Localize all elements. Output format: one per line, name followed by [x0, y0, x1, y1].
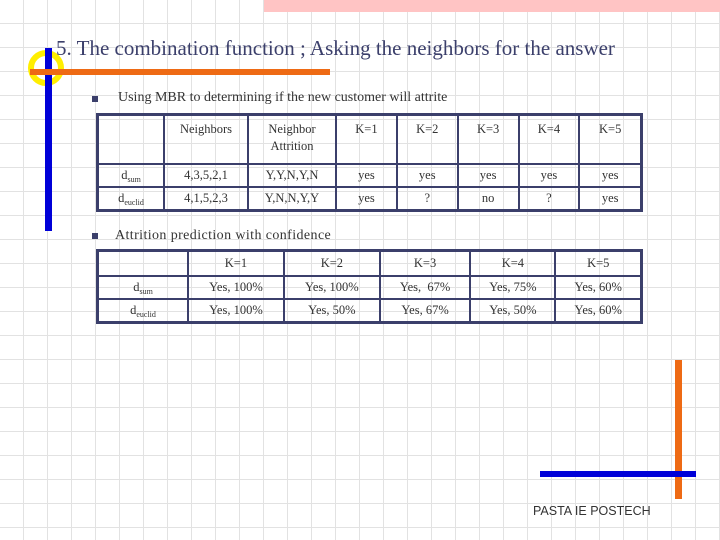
- table-row: deuclid 4,1,5,2,3 Y,N,N,Y,Y yes ? no ? y…: [96, 186, 643, 212]
- header-cell-k2: K=2: [395, 113, 459, 165]
- table-header-row: Neighbors Neighbor Attrition K=1 K=2 K=3…: [96, 113, 643, 165]
- cell-neighbor-attrition: Y,Y,N,Y,N: [247, 163, 337, 188]
- row-label-dsum: dsum: [96, 163, 165, 188]
- orange-title-underline: [30, 69, 330, 75]
- header-cell-k1: K=1: [187, 249, 285, 277]
- cell-k1: Yes, 100%: [187, 275, 285, 300]
- cell-k2: Yes, 50%: [282, 298, 381, 324]
- header-cell-k4: K=4: [469, 249, 557, 277]
- cell-k4: yes: [517, 163, 581, 188]
- cell-neighbor-attrition: Y,N,N,Y,Y: [247, 186, 337, 212]
- square-bullet-icon: [92, 233, 98, 239]
- cell-k5: yes: [578, 186, 643, 212]
- cell-k3: no: [456, 186, 520, 212]
- header-cell-k4: K=4: [517, 113, 581, 165]
- table-row: deuclid Yes, 100% Yes, 50% Yes, 67% Yes,…: [96, 298, 643, 324]
- cell-k5: Yes, 60%: [554, 275, 643, 300]
- cell-k2: Yes, 100%: [282, 275, 381, 300]
- table-header-row: K=1 K=2 K=3 K=4 K=5: [96, 249, 643, 277]
- bullet-text-confidence: Attrition prediction with confidence: [115, 228, 332, 243]
- header-cell-neighbor-attrition: Neighbor Attrition: [247, 113, 337, 165]
- cell-k2: ?: [395, 186, 459, 212]
- cell-k3: Yes, 67%: [378, 275, 472, 300]
- header-cell-empty: [96, 113, 165, 165]
- footer-label: PASTA IE POSTECH: [533, 504, 651, 518]
- table-row: dsum Yes, 100% Yes, 100% Yes, 67% Yes, 7…: [96, 275, 643, 300]
- cell-k5: Yes, 60%: [554, 298, 643, 324]
- table-row: dsum 4,3,5,2,1 Y,Y,N,Y,N yes yes yes yes…: [96, 163, 643, 188]
- header-neighbor-line1: Neighbor: [268, 122, 316, 136]
- header-cell-k3: K=3: [378, 249, 472, 277]
- cell-k4: Yes, 75%: [469, 275, 557, 300]
- header-cell-k3: K=3: [456, 113, 520, 165]
- header-cell-k5: K=5: [578, 113, 643, 165]
- row-label-dsum: dsum: [96, 275, 189, 300]
- cell-k2: yes: [395, 163, 459, 188]
- cell-k4: Yes, 50%: [469, 298, 557, 324]
- row-label-deuclid: deuclid: [96, 186, 165, 212]
- square-bullet-icon: [92, 96, 98, 102]
- top-decorative-band: [264, 0, 720, 12]
- cell-k1: Yes, 100%: [187, 298, 285, 324]
- cell-k3: Yes, 67%: [378, 298, 472, 324]
- header-cell-neighbors: Neighbors: [163, 113, 249, 165]
- blue-horizontal-accent-bar: [540, 471, 696, 477]
- slide-title: 5. The combination function ; Asking the…: [56, 36, 615, 60]
- header-cell-k1: K=1: [335, 113, 398, 165]
- header-attrition-line2: Attrition: [270, 139, 314, 153]
- cell-k5: yes: [578, 163, 643, 188]
- header-cell-empty: [96, 249, 189, 277]
- header-cell-k2: K=2: [282, 249, 381, 277]
- blue-vertical-accent-bar: [45, 48, 52, 231]
- cell-k1: yes: [335, 186, 398, 212]
- cell-k1: yes: [335, 163, 398, 188]
- cell-neighbors: 4,3,5,2,1: [163, 163, 249, 188]
- row-label-deuclid: deuclid: [96, 298, 189, 324]
- cell-k4: ?: [517, 186, 581, 212]
- cell-neighbors: 4,1,5,2,3: [163, 186, 249, 212]
- mbr-neighbors-table: Neighbors Neighbor Attrition K=1 K=2 K=3…: [96, 113, 643, 212]
- bullet-text-mbr: Using MBR to determining if the new cust…: [118, 90, 448, 105]
- cell-k3: yes: [456, 163, 520, 188]
- orange-vertical-accent-bar: [675, 360, 682, 499]
- attrition-confidence-table: K=1 K=2 K=3 K=4 K=5 dsum Yes, 100% Yes, …: [96, 249, 643, 324]
- header-cell-k5: K=5: [554, 249, 643, 277]
